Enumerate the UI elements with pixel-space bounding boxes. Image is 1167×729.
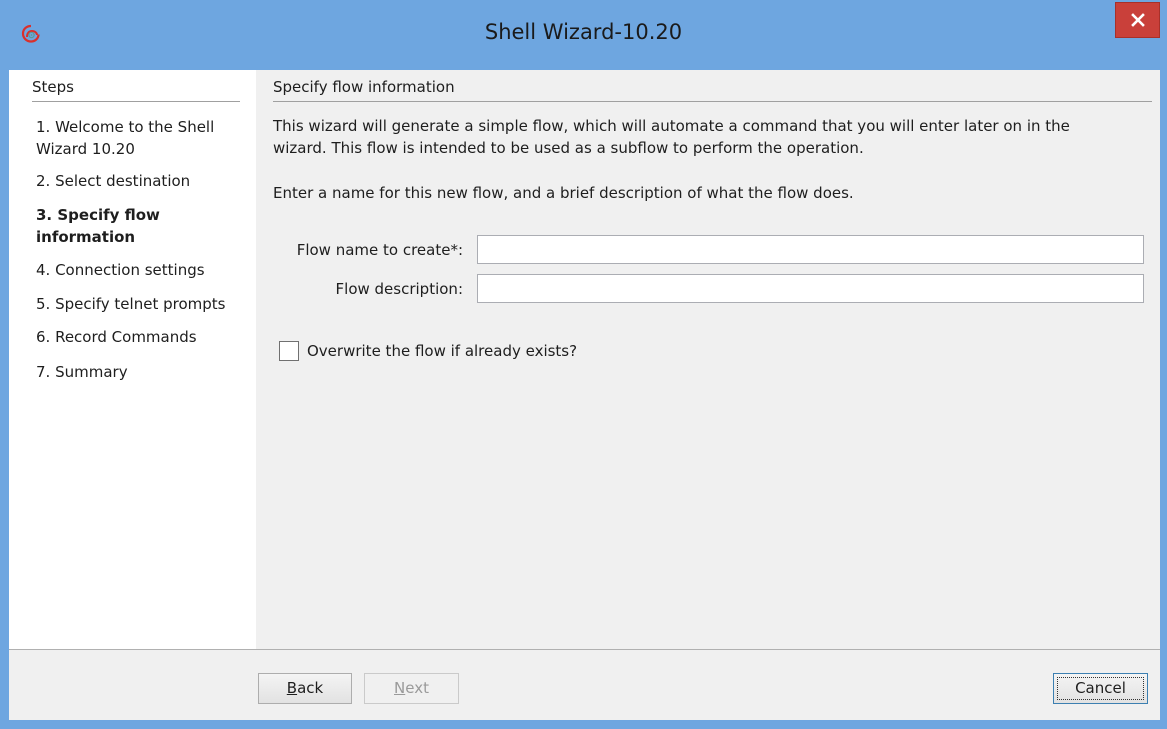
- close-button[interactable]: [1115, 2, 1160, 38]
- step-specify-flow-information: 3. Specify flow information: [36, 206, 160, 246]
- next-mnemonic: N: [394, 679, 406, 697]
- flow-name-label: Flow name to create*:: [296, 241, 463, 259]
- step-select-destination: 2. Select destination: [36, 172, 191, 190]
- step-connection-settings: 4. Connection settings: [36, 261, 205, 279]
- close-icon: [1131, 13, 1145, 27]
- step-specify-telnet-prompts: 5. Specify telnet prompts: [36, 295, 226, 313]
- intro-text-line-2: wizard. This flow is intended to be used…: [273, 139, 864, 157]
- divider: [273, 101, 1152, 102]
- step-summary: 7. Summary: [36, 363, 128, 381]
- back-button[interactable]: Back: [258, 673, 352, 704]
- steps-heading: Steps: [32, 78, 74, 96]
- steps-panel: Steps 1. Welcome to the Shell Wizard 10.…: [9, 70, 256, 649]
- overwrite-checkbox-label[interactable]: Overwrite the flow if already exists?: [307, 342, 577, 360]
- wizard-footer: Back Next Cancel: [9, 649, 1160, 720]
- flow-description-label: Flow description:: [335, 280, 463, 298]
- flow-description-input[interactable]: [477, 274, 1144, 303]
- overwrite-checkbox[interactable]: [279, 341, 299, 361]
- step-record-commands: 6. Record Commands: [36, 328, 197, 346]
- page-title: Specify flow information: [273, 78, 455, 96]
- wizard-client-area: Steps 1. Welcome to the Shell Wizard 10.…: [9, 70, 1160, 720]
- next-button[interactable]: Next: [364, 673, 459, 704]
- back-label: ack: [297, 679, 324, 697]
- wizard-window: Shell Wizard-10.20 Steps 1. Welcome to t…: [0, 0, 1167, 729]
- back-mnemonic: B: [286, 679, 298, 697]
- step-welcome: 1. Welcome to the Shell Wizard 10.20: [36, 118, 215, 158]
- instruction-text: Enter a name for this new flow, and a br…: [273, 184, 854, 202]
- focus-ring: [1057, 677, 1144, 700]
- divider: [32, 101, 240, 102]
- window-title: Shell Wizard-10.20: [484, 20, 683, 44]
- title-bar[interactable]: Shell Wizard-10.20: [0, 0, 1167, 70]
- intro-text-line-1: This wizard will generate a simple flow,…: [273, 117, 1070, 135]
- flow-name-input[interactable]: [477, 235, 1144, 264]
- cancel-button[interactable]: Cancel: [1053, 673, 1148, 704]
- next-label: ext: [405, 679, 429, 697]
